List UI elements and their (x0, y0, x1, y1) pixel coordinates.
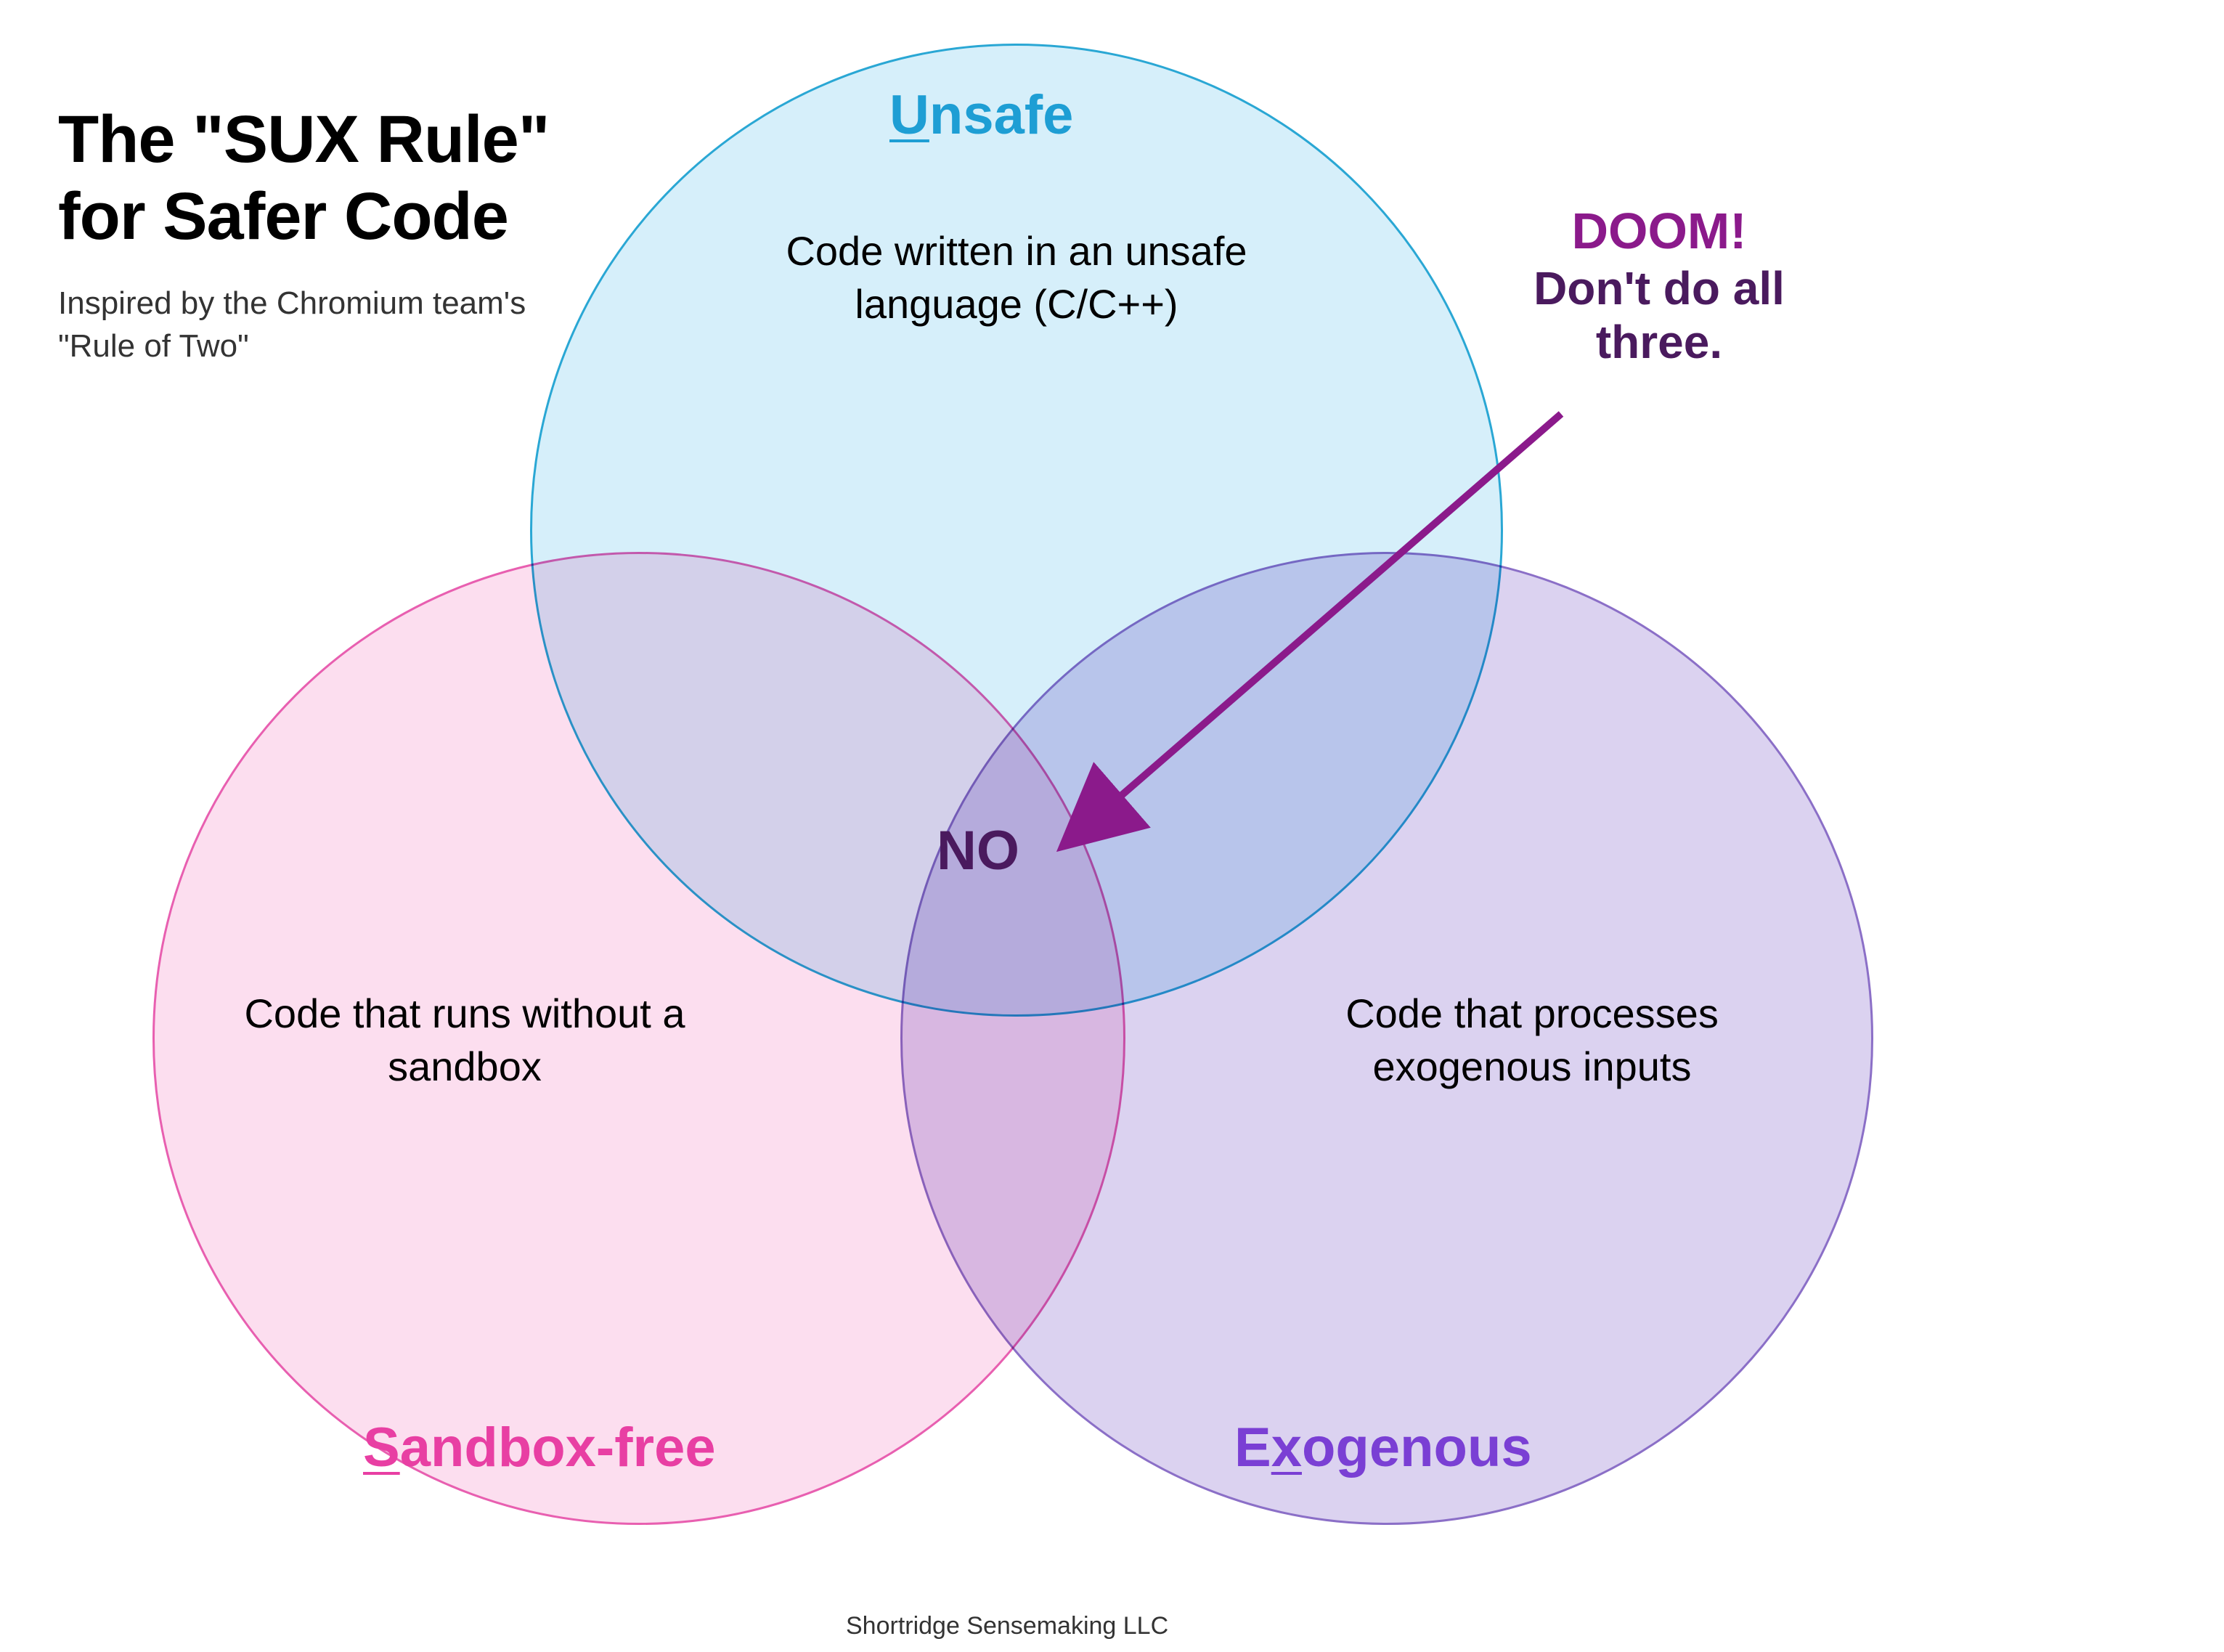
label-exogenous-prefix: E (1234, 1417, 1271, 1478)
label-exogenous-rest: ogenous (1302, 1417, 1532, 1478)
doom-title: DOOM! (1496, 203, 1822, 259)
desc-exogenous: Code that processes exogenous inputs (1285, 988, 1779, 1094)
label-sandbox-rest: andbox-free (400, 1417, 716, 1478)
doom-callout: DOOM! Don't do all three. (1496, 203, 1822, 369)
label-sandbox: Sandbox-free (363, 1416, 716, 1479)
desc-unsafe: Code written in an unsafe language (C/C+… (770, 225, 1263, 331)
label-exogenous-underline: x (1271, 1417, 1302, 1478)
venn-diagram: Unsafe Sandbox-free Exogenous Code writt… (0, 0, 2224, 1652)
center-intersection-label: NO (937, 819, 1019, 882)
desc-sandbox: Code that runs without a sandbox (240, 988, 690, 1094)
label-unsafe-rest: nsafe (929, 84, 1074, 146)
label-sandbox-underline: S (363, 1417, 400, 1478)
footer-credit: Shortridge Sensemaking LLC (846, 1612, 1168, 1640)
label-unsafe: Unsafe (889, 84, 1073, 147)
doom-subtitle: Don't do all three. (1496, 262, 1822, 369)
label-exogenous: Exogenous (1234, 1416, 1532, 1479)
label-unsafe-underline: U (889, 84, 929, 146)
